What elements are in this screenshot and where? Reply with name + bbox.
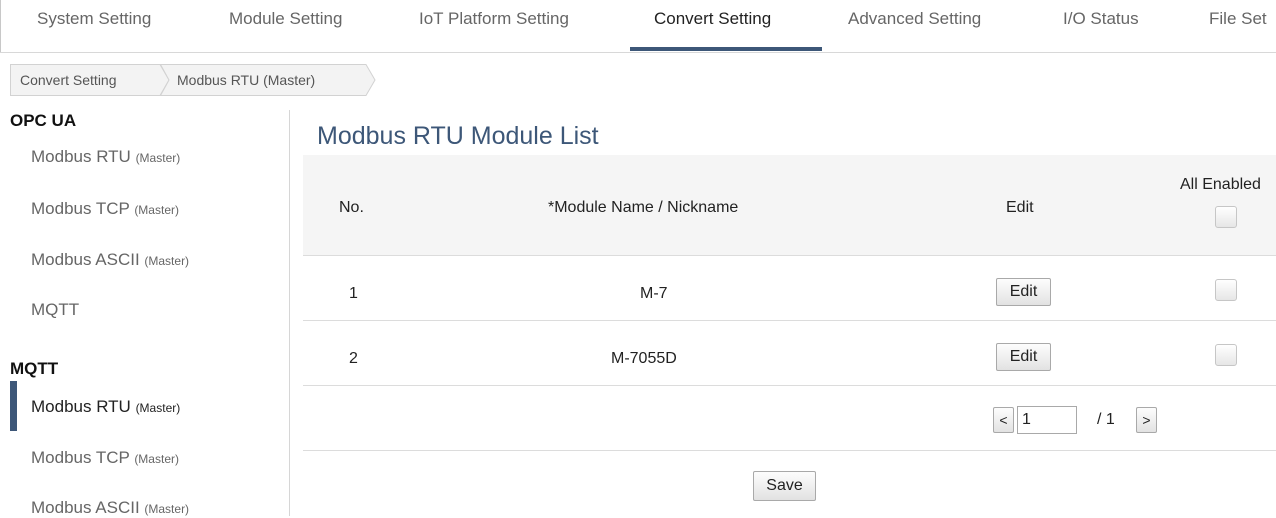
sidebar-group-mqtt: MQTT <box>10 359 59 378</box>
sidebar-item-opcua-mqtt[interactable]: MQTT <box>31 300 79 320</box>
sidebar-item-mqtt-modbus-tcp[interactable]: Modbus TCP (Master) <box>31 448 179 468</box>
page-title: Modbus RTU Module List <box>317 122 599 150</box>
header-no: No. <box>339 199 364 216</box>
sidebar-item-sub: (Master) <box>135 401 181 415</box>
header-all-enabled: All Enabled <box>1180 176 1261 193</box>
row-enabled-checkbox[interactable] <box>1215 344 1237 366</box>
edit-button[interactable]: Edit <box>996 343 1051 371</box>
pagination-row: < / 1 > <box>303 386 1276 451</box>
breadcrumb-modbus-rtu-master[interactable]: Modbus RTU (Master) <box>160 64 376 96</box>
sidebar-item-label: MQTT <box>31 300 80 319</box>
prev-page-button[interactable]: < <box>993 407 1014 433</box>
save-button[interactable]: Save <box>753 471 816 501</box>
sidebar-active-indicator <box>10 381 17 431</box>
breadcrumb-label: Convert Setting <box>20 72 117 88</box>
header-module-name: *Module Name / Nickname <box>548 199 739 216</box>
sidebar-item-opcua-modbus-ascii[interactable]: Modbus ASCII (Master) <box>31 250 189 270</box>
sidebar-item-label: Modbus RTU <box>31 147 136 166</box>
tab-system-setting[interactable]: System Setting <box>37 9 151 29</box>
tab-file-setting[interactable]: File Set <box>1209 9 1267 29</box>
row-module-name: M-7055D <box>611 350 677 367</box>
breadcrumb-convert-setting[interactable]: Convert Setting <box>10 64 170 96</box>
active-tab-indicator <box>630 47 822 51</box>
tab-io-status[interactable]: I/O Status <box>1063 9 1139 29</box>
sidebar-item-label: Modbus ASCII <box>31 498 145 517</box>
sidebar-item-opcua-modbus-rtu[interactable]: Modbus RTU (Master) <box>31 147 180 167</box>
sidebar-item-opcua-modbus-tcp[interactable]: Modbus TCP (Master) <box>31 199 179 219</box>
tab-iot-platform-setting[interactable]: IoT Platform Setting <box>419 9 569 29</box>
row-enabled-checkbox[interactable] <box>1215 279 1237 301</box>
sidebar-item-sub: (Master) <box>134 452 179 466</box>
row-no: 1 <box>349 285 358 302</box>
breadcrumb: Convert Setting Modbus RTU (Master) <box>0 64 400 96</box>
sidebar-divider <box>289 110 290 516</box>
table-row: 2 M-7055D Edit <box>303 321 1276 386</box>
sidebar-item-label: Modbus ASCII <box>31 250 145 269</box>
sidebar-item-label: Modbus TCP <box>31 199 135 218</box>
next-page-button[interactable]: > <box>1136 407 1157 433</box>
row-no: 2 <box>349 350 358 367</box>
top-navigation: System Setting Module Setting IoT Platfo… <box>0 0 1276 52</box>
sidebar: OPC UA Modbus RTU (Master) Modbus TCP (M… <box>0 100 290 518</box>
tab-advanced-setting[interactable]: Advanced Setting <box>848 9 981 29</box>
sidebar-item-sub: (Master) <box>144 502 190 516</box>
page-total: / 1 <box>1097 411 1115 428</box>
sidebar-item-mqtt-modbus-rtu[interactable]: Modbus RTU (Master) <box>31 397 180 417</box>
table-header: No. *Module Name / Nickname Edit All Ena… <box>303 155 1276 256</box>
header-edit: Edit <box>1006 199 1034 216</box>
tab-convert-setting[interactable]: Convert Setting <box>654 9 771 29</box>
table-row: 1 M-7 Edit <box>303 256 1276 321</box>
breadcrumb-label: Modbus RTU (Master) <box>177 72 316 88</box>
sidebar-item-label: Modbus TCP <box>31 448 135 467</box>
row-module-name: M-7 <box>640 285 668 302</box>
all-enabled-checkbox[interactable] <box>1215 206 1237 228</box>
sidebar-item-sub: (Master) <box>144 254 190 268</box>
sidebar-item-mqtt-modbus-ascii[interactable]: Modbus ASCII (Master) <box>31 498 189 518</box>
tab-module-setting[interactable]: Module Setting <box>229 9 342 29</box>
page-number-input[interactable] <box>1017 406 1077 434</box>
sidebar-item-sub: (Master) <box>134 203 179 217</box>
sidebar-item-sub: (Master) <box>135 151 181 165</box>
sidebar-group-opc-ua: OPC UA <box>10 111 77 130</box>
topbar-divider <box>0 52 1276 53</box>
edit-button[interactable]: Edit <box>996 278 1051 306</box>
sidebar-item-label: Modbus RTU <box>31 397 136 416</box>
